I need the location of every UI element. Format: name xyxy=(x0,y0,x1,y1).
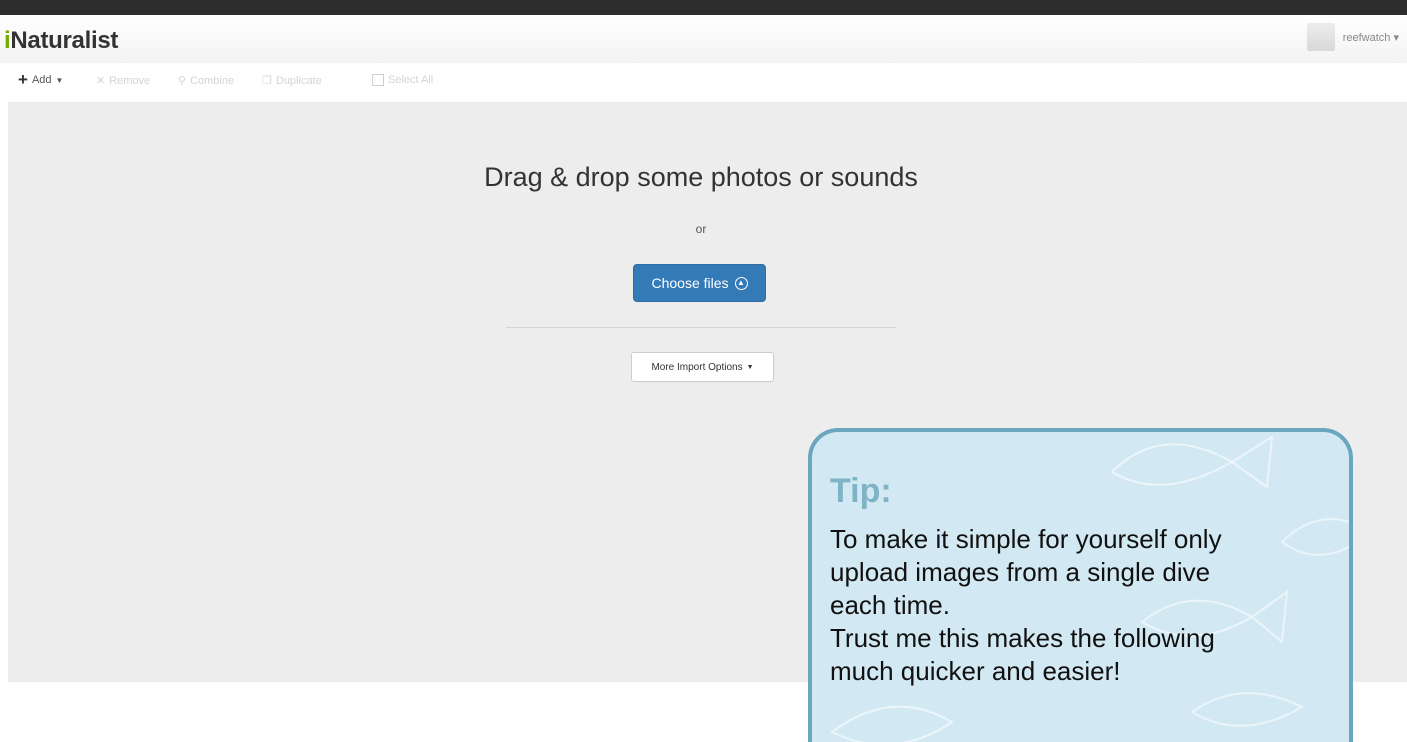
link-icon: ⚲ xyxy=(178,75,187,87)
close-icon: ✕ xyxy=(96,75,106,87)
toolbar: + Add ▼ ✕ Remove ⚲ Combine ❐ Duplicate S… xyxy=(0,63,1407,101)
more-import-options-label: More Import Options xyxy=(651,361,743,373)
select-all-button[interactable]: Select All xyxy=(372,74,433,86)
logo-name: Naturalist xyxy=(10,27,119,54)
upload-icon: ▲ xyxy=(734,276,748,290)
plus-icon: + xyxy=(18,70,28,89)
tip-line: upload images from a single dive xyxy=(830,557,1211,587)
or-text: or xyxy=(695,222,707,236)
chevron-down-icon: ▼ xyxy=(746,363,754,371)
checkbox-icon xyxy=(372,74,384,86)
tip-callout: Tip: To make it simple for yourself only… xyxy=(808,428,1353,742)
remove-label: Remove xyxy=(109,74,151,87)
remove-button[interactable]: ✕ Remove xyxy=(96,74,151,88)
chevron-down-icon: ▼ xyxy=(55,75,64,85)
tip-line: Trust me this makes the following xyxy=(830,623,1215,653)
tip-line: To make it simple for yourself only xyxy=(830,524,1222,554)
add-label: Add xyxy=(31,74,52,86)
inaturalist-logo[interactable]: iNaturalist xyxy=(4,27,118,55)
choose-files-button[interactable]: Choose files ▲ xyxy=(633,264,766,302)
user-avatar[interactable] xyxy=(1306,23,1335,51)
dropzone-title: Drag & drop some photos or sounds xyxy=(484,162,918,192)
copy-icon: ❐ xyxy=(262,75,272,87)
duplicate-button[interactable]: ❐ Duplicate xyxy=(262,74,322,88)
chevron-down-icon: ▾ xyxy=(1393,31,1399,44)
tip-title: Tip: xyxy=(830,472,892,510)
duplicate-label: Duplicate xyxy=(275,74,322,87)
add-button[interactable]: + Add ▼ xyxy=(18,70,64,89)
tip-line: much quicker and easier! xyxy=(830,656,1121,686)
combine-label: Combine xyxy=(190,74,235,87)
top-bar xyxy=(0,0,1407,15)
site-header: iNaturalist reefwatch ▾ xyxy=(0,15,1407,64)
select-all-label: Select All xyxy=(388,74,434,86)
username[interactable]: reefwatch ▾ xyxy=(1343,31,1399,44)
more-import-options-button[interactable]: More Import Options ▼ xyxy=(631,352,774,382)
choose-files-label: Choose files xyxy=(651,275,729,291)
tip-line: each time. xyxy=(830,590,950,620)
user-menu[interactable]: reefwatch ▾ xyxy=(1306,23,1399,51)
divider xyxy=(506,327,896,328)
combine-button[interactable]: ⚲ Combine xyxy=(178,74,235,88)
